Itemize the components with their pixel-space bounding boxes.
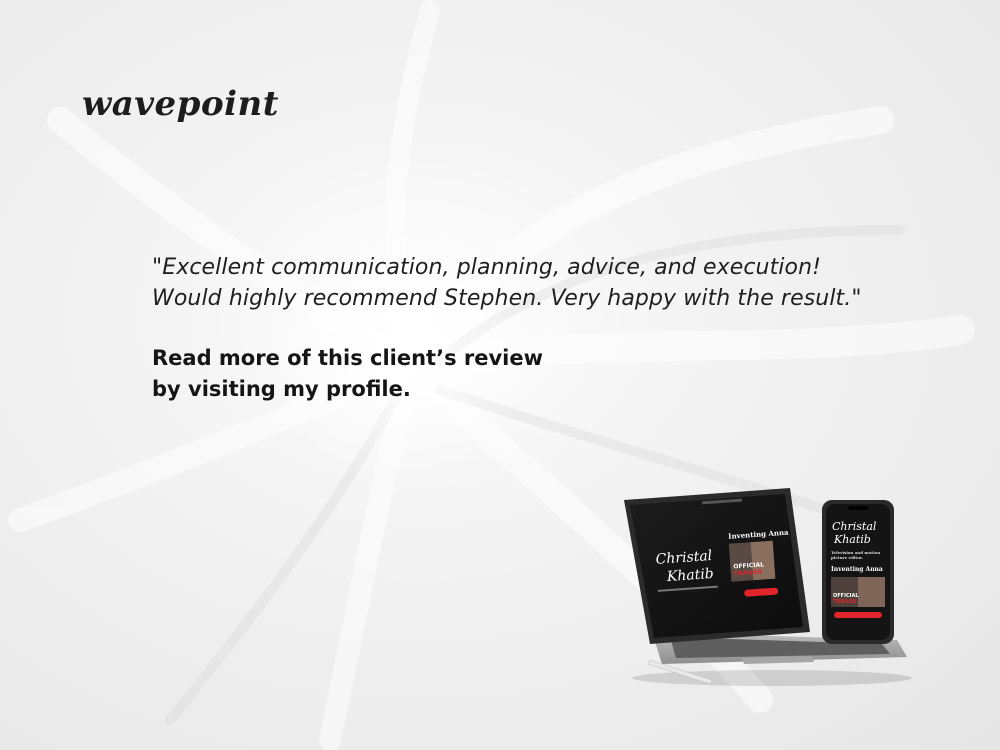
tablet-name-line-2: Khatib [665, 566, 714, 585]
cta-line-2: by visiting my profile. [152, 377, 411, 401]
tablet: Christal Khatib Inventing Anna OFFICIAL … [624, 488, 810, 644]
cta-line-1: Read more of this client’s review [152, 346, 544, 370]
quote-line-1: "Excellent communication, planning, advi… [152, 255, 822, 280]
quote-line-2: Would highly recommend Stephen. Very hap… [152, 286, 862, 311]
phone-tagline-line-2: picture editor. [831, 555, 864, 560]
phone-name-line-1: Christal [832, 520, 877, 533]
review-cta: Read more of this client’s review by vis… [152, 343, 672, 405]
testimonial-quote: "Excellent communication, planning, advi… [152, 252, 952, 314]
phone-project-title: Inventing Anna [831, 566, 883, 573]
brand-logo[interactable]: wavepoint [82, 84, 279, 124]
phone-name-line-2: Khatib [833, 533, 871, 546]
device-mockup: Christal Khatib Inventing Anna OFFICIAL … [624, 488, 912, 686]
phone: Christal Khatib Television and motion pi… [822, 500, 894, 644]
phone-play-button [834, 612, 882, 618]
phone-trailer-line-2: TRAILER [833, 599, 857, 605]
